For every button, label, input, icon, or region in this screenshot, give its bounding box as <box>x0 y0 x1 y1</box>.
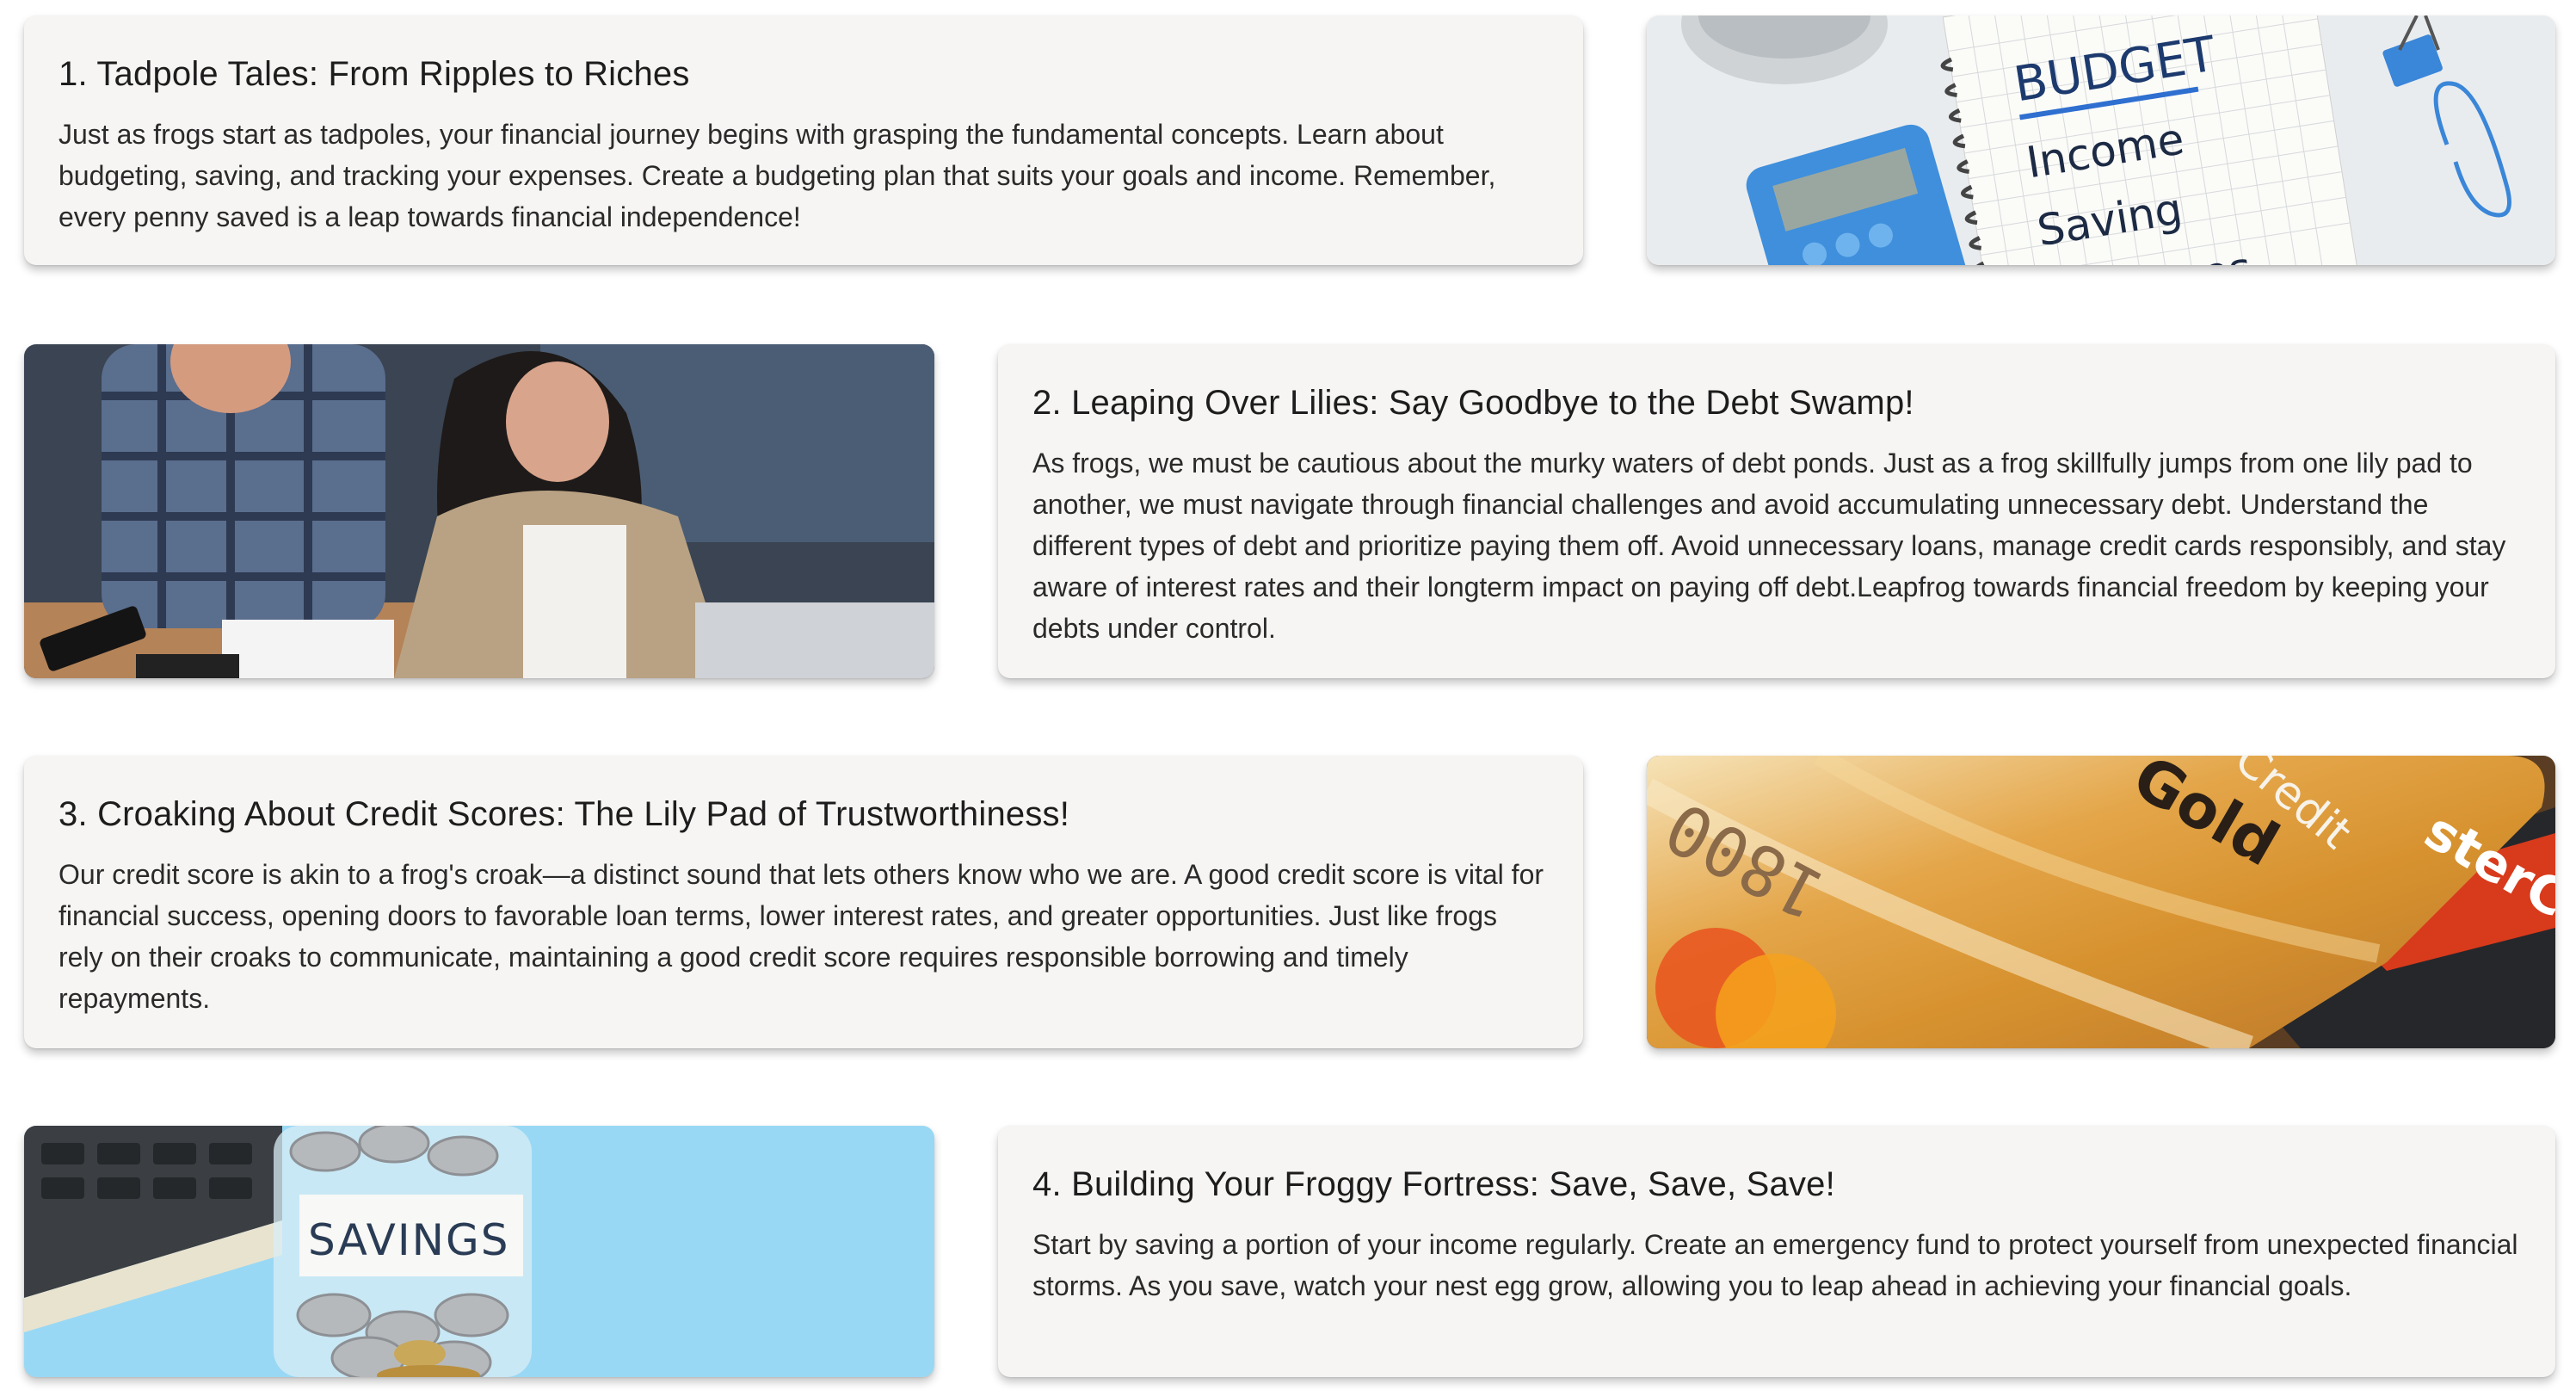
section-title: 1. Tadpole Tales: From Ripples to Riches <box>59 55 690 93</box>
section-card-2: 2. Leaping Over Lilies: Say Goodbye to t… <box>998 344 2555 678</box>
jar-label-text: SAVINGS <box>308 1215 510 1265</box>
section-card-3: 3. Croaking About Credit Scores: The Lil… <box>24 756 1583 1048</box>
credit-cards-image: 1800 Gold Credit sterCa <box>1647 756 2555 1048</box>
section-title: 4. Building Your Froggy Fortress: Save, … <box>1032 1165 1835 1203</box>
budget-notebook-image: BUDGET Income Saving Expenses <box>1647 15 2555 265</box>
savings-jar-image: SAVINGS <box>24 1126 934 1377</box>
section-card-1: 1. Tadpole Tales: From Ripples to Riches… <box>24 15 1583 265</box>
couple-reviewing-bills-image <box>24 344 934 678</box>
section-title: 3. Croaking About Credit Scores: The Lil… <box>59 795 1070 833</box>
section-body: Start by saving a portion of your income… <box>1032 1229 2518 1301</box>
section-body: Our credit score is akin to a frog's cro… <box>59 859 1544 1014</box>
section-body: Just as frogs start as tadpoles, your fi… <box>59 119 1496 232</box>
section-body: As frogs, we must be cautious about the … <box>1032 448 2506 644</box>
section-card-4: 4. Building Your Froggy Fortress: Save, … <box>998 1126 2555 1377</box>
section-title: 2. Leaping Over Lilies: Say Goodbye to t… <box>1032 384 1914 422</box>
